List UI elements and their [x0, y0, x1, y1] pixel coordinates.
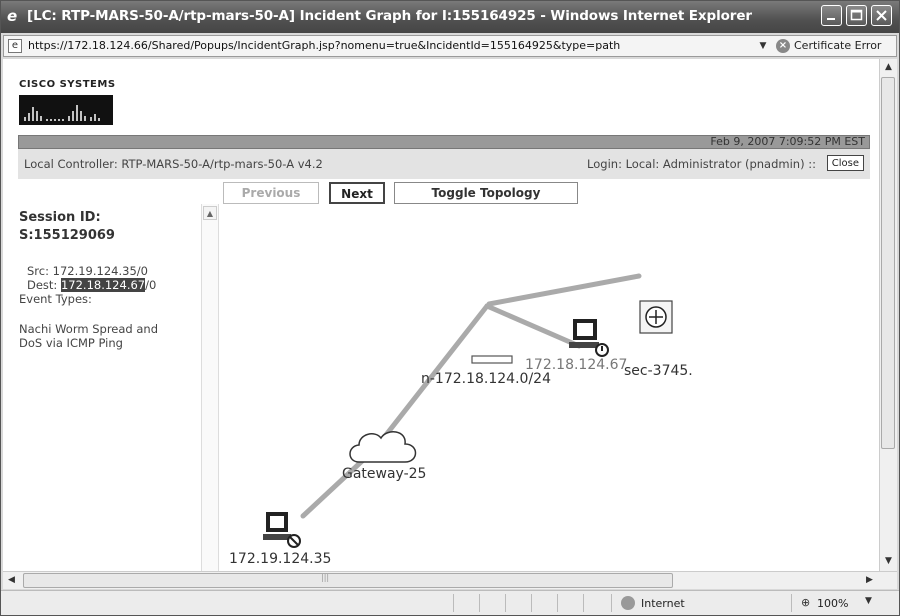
controller-bar: Local Controller: RTP-MARS-50-A/rtp-mars… [18, 149, 870, 179]
zoom-icon[interactable]: ⊕ [801, 596, 810, 609]
cloud-icon[interactable] [349, 431, 417, 463]
title-bar[interactable]: e [LC: RTP-MARS-50-A/rtp-mars-50-A] Inci… [1, 1, 899, 33]
dest-text: Dest: 172.18.124.67/0 [27, 278, 156, 292]
status-divider [453, 594, 454, 612]
dest-host-label[interactable]: 172.18.124.67 [525, 357, 627, 373]
window-title: [LC: RTP-MARS-50-A/rtp-mars-50-A] Incide… [27, 8, 752, 24]
close-window-button[interactable] [871, 5, 892, 26]
status-divider [505, 594, 506, 612]
certificate-error-label[interactable]: Certificate Error [794, 39, 881, 52]
scroll-right-arrow-icon[interactable]: ▶ [861, 572, 878, 589]
horizontal-scroll-thumb[interactable] [23, 573, 673, 588]
address-dropdown-icon[interactable]: ▼ [756, 39, 770, 53]
status-divider [531, 594, 532, 612]
status-divider [583, 594, 584, 612]
session-sidebar: Session ID: S:155129069 Src: 172.19.124.… [3, 204, 201, 571]
cisco-bridge-icon [24, 105, 100, 121]
status-divider [557, 594, 558, 612]
controller-label: Local Controller: RTP-MARS-50-A/rtp-mars… [24, 157, 323, 171]
scroll-left-arrow-icon[interactable]: ◀ [3, 572, 20, 589]
certificate-error-icon[interactable]: × [776, 39, 790, 53]
next-button[interactable]: Next [329, 182, 385, 204]
page-icon: e [8, 39, 22, 53]
router-icon[interactable] [639, 300, 673, 334]
cisco-logo [19, 95, 113, 125]
dest-prefix: Dest: [27, 278, 61, 292]
status-divider [479, 594, 480, 612]
scroll-down-arrow-icon[interactable]: ▼ [880, 553, 897, 570]
session-id-label: Session ID: [19, 210, 101, 225]
cisco-logo-text: CISCO SYSTEMS [19, 79, 116, 90]
session-id-value[interactable]: S:155129069 [19, 228, 115, 243]
ie-logo-icon: e [7, 7, 18, 25]
browser-window: e [LC: RTP-MARS-50-A/rtp-mars-50-A] Inci… [0, 0, 900, 616]
incident-graph: 172.19.124.35 Gateway-25 n-172.18.124.0/… [219, 204, 879, 571]
router-label[interactable]: sec-3745. [624, 363, 693, 379]
maximize-button[interactable] [846, 5, 867, 26]
source-host-icon[interactable] [263, 512, 301, 548]
vertical-scroll-thumb[interactable] [881, 77, 895, 449]
previous-button[interactable]: Previous [223, 182, 319, 204]
dest-ip-highlight: 172.18.124.67 [60, 278, 146, 292]
page-content: CISCO SYSTEMS Feb 9, 2007 7:09:52 PM EST… [3, 59, 879, 571]
event-type-line1[interactable]: Nachi Worm Spread and [19, 322, 158, 336]
src-text: Src: 172.19.124.35/0 [27, 264, 148, 278]
scroll-grip-icon: ||| [321, 573, 330, 582]
toggle-topology-button[interactable]: Toggle Topology [394, 182, 578, 204]
login-label: Login: Local: Administrator (pnadmin) :: [587, 157, 816, 171]
graph-divider[interactable]: ▲ [201, 204, 219, 571]
zoom-dropdown-icon[interactable]: ▼ [865, 596, 872, 606]
dest-host-icon[interactable] [569, 319, 609, 357]
date-bar: Feb 9, 2007 7:09:52 PM EST [18, 135, 870, 149]
address-bar[interactable]: e https://172.18.124.66/Shared/Popups/In… [3, 35, 897, 57]
network-segment-icon[interactable] [471, 355, 513, 364]
graph-canvas [263, 273, 673, 548]
scroll-up-icon[interactable]: ▲ [203, 206, 217, 220]
network-label[interactable]: n-172.18.124.0/24 [421, 371, 551, 387]
minimize-button[interactable] [821, 5, 842, 26]
status-divider [791, 594, 792, 612]
edge-network-dest [484, 303, 582, 349]
gateway-label[interactable]: Gateway-25 [342, 466, 426, 482]
vertical-scrollbar[interactable]: ▲ ▼ [879, 59, 897, 571]
horizontal-scrollbar[interactable]: ◀ ||| ▶ [3, 571, 897, 589]
dest-suffix: /0 [145, 278, 157, 292]
zoom-level[interactable]: 100% [817, 597, 848, 610]
event-types-label: Event Types: [19, 292, 92, 306]
close-button[interactable]: Close [826, 155, 864, 171]
security-zone: Internet [641, 597, 685, 610]
status-divider [611, 594, 612, 612]
globe-icon [621, 596, 635, 610]
edge-network-router [486, 273, 642, 307]
timestamp: Feb 9, 2007 7:09:52 PM EST [710, 135, 865, 148]
status-bar: Internet ⊕ 100% ▼ [1, 590, 899, 615]
scroll-up-arrow-icon[interactable]: ▲ [880, 59, 897, 76]
source-host-label[interactable]: 172.19.124.35 [229, 551, 331, 567]
address-url[interactable]: https://172.18.124.66/Shared/Popups/Inci… [28, 39, 620, 52]
event-type-line2[interactable]: DoS via ICMP Ping [19, 336, 123, 350]
